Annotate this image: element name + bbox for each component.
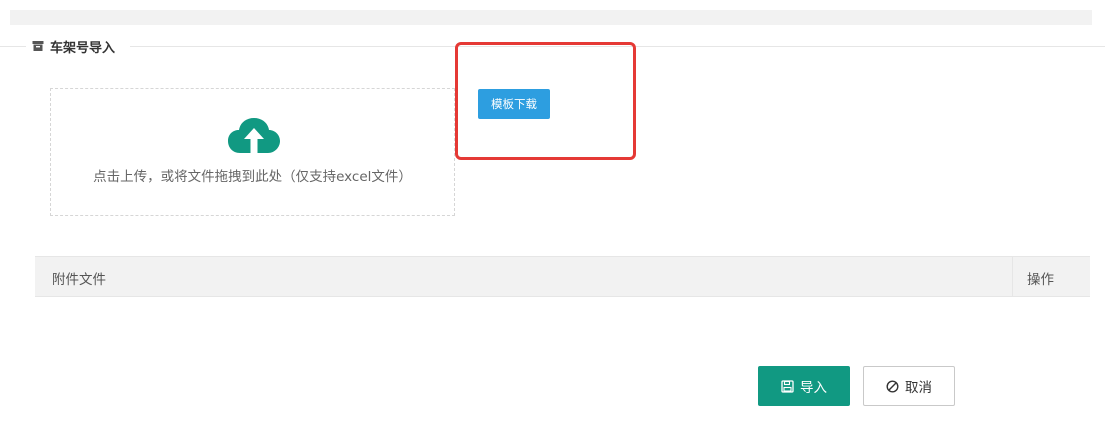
save-icon — [781, 379, 794, 393]
top-bar — [10, 10, 1092, 25]
fieldset-line — [130, 46, 1105, 47]
cancel-label: 取消 — [905, 380, 932, 396]
table-header: 附件文件 操作 — [35, 256, 1090, 297]
fieldset-line — [0, 46, 26, 47]
import-label: 导入 — [800, 380, 827, 396]
upload-dropzone[interactable]: 点击上传，或将文件拖拽到此处（仅支持excel文件） — [50, 88, 455, 216]
upload-hint: 点击上传，或将文件拖拽到此处（仅支持excel文件） — [93, 169, 412, 185]
section-title: 车架号导入 — [50, 40, 116, 56]
column-header-actions: 操作 — [1027, 272, 1054, 288]
column-header-file: 附件文件 — [52, 272, 106, 288]
cancel-button[interactable]: 取消 — [863, 366, 955, 406]
ban-icon — [886, 379, 899, 393]
import-button[interactable]: 导入 — [758, 366, 850, 406]
column-divider — [1012, 257, 1013, 296]
cloud-upload-icon — [227, 117, 281, 155]
template-download-button[interactable]: 模板下载 — [478, 89, 550, 119]
section-legend: 车架号导入 — [32, 38, 116, 56]
archive-icon — [32, 40, 44, 52]
